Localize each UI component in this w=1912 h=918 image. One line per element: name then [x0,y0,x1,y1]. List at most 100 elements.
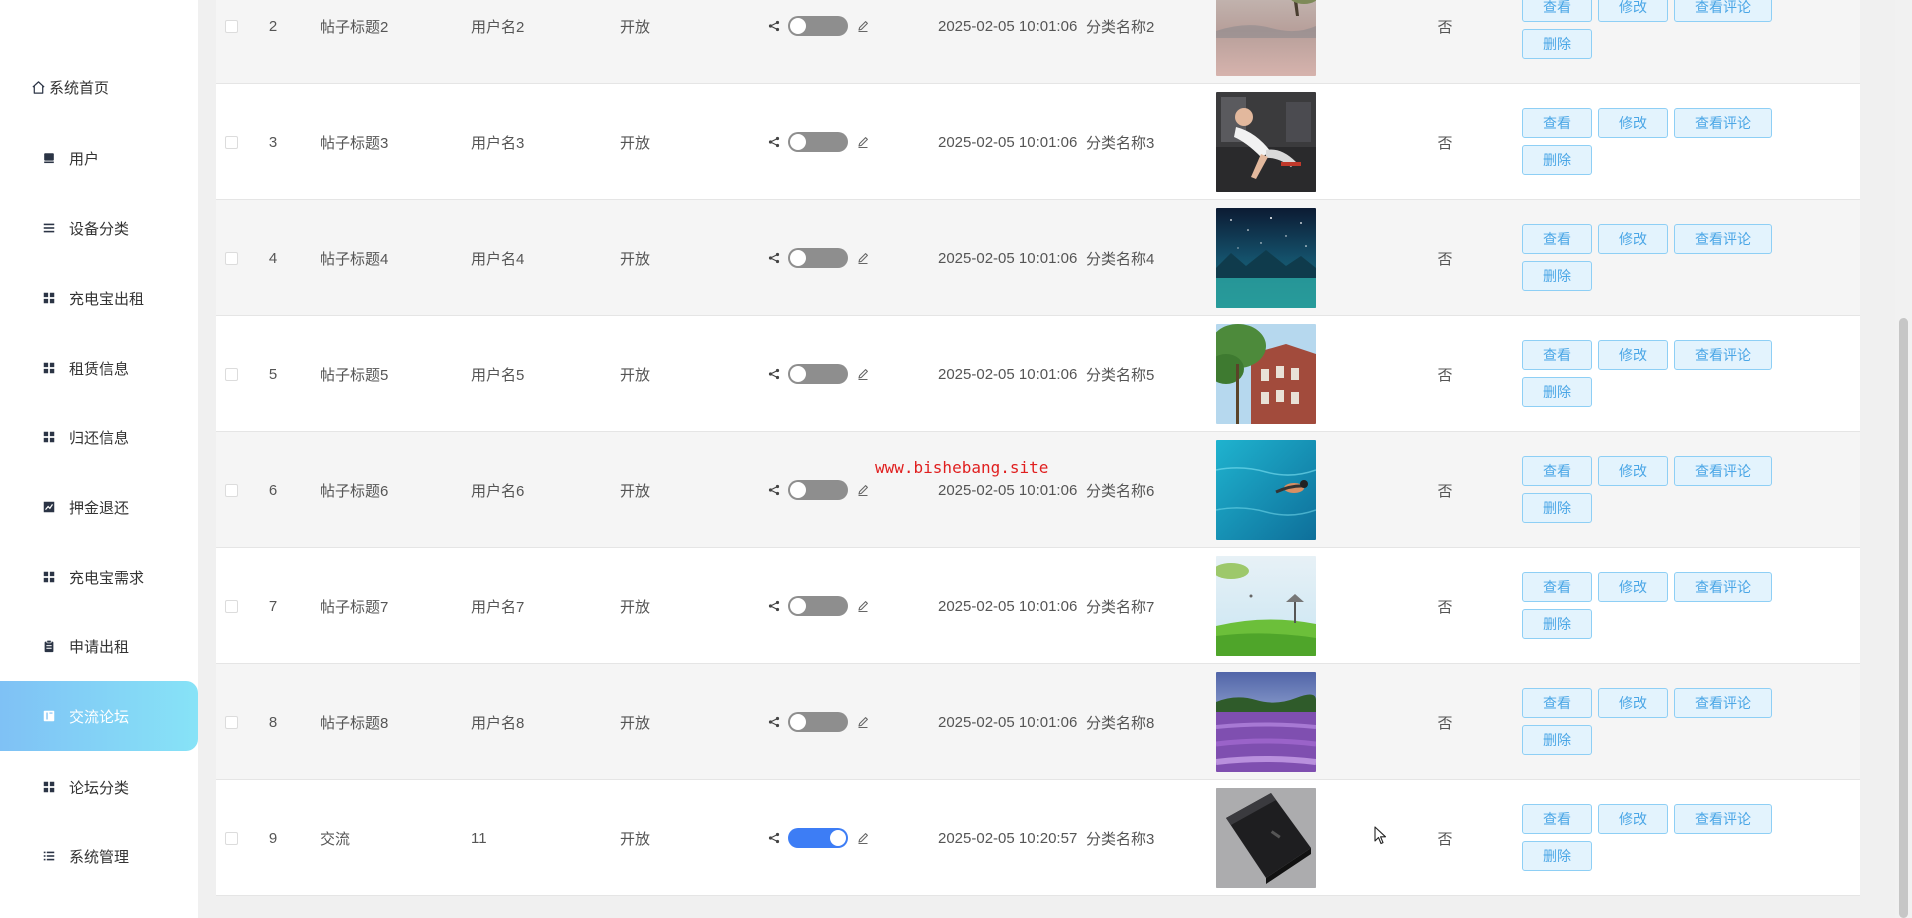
view-button[interactable]: 查看 [1522,108,1592,138]
view-comments-button[interactable]: 查看评论 [1674,456,1772,486]
share-icon[interactable] [768,20,780,32]
sidebar-item-powerbank-demand[interactable]: 充电宝需求 [0,542,198,612]
delete-button[interactable]: 删除 [1522,145,1592,175]
table-row: 5 帖子标题5 用户名5 开放 2025-02-05 10:01:06 分类名称5 否 查看修… [216,316,1860,432]
status-switch[interactable] [788,596,848,616]
sidebar-item-powerbank-rent[interactable]: 充电宝出租 [0,263,198,333]
sidebar-item-deposit-refund[interactable]: 押金退还 [0,472,198,542]
sidebar-item-system-admin[interactable]: 系统管理 [0,821,198,891]
share-icon[interactable] [768,832,780,844]
share-icon[interactable] [768,252,780,264]
sidebar-item-forum-category[interactable]: 论坛分类 [0,752,198,822]
edit-button[interactable]: 修改 [1598,0,1668,22]
view-comments-button[interactable]: 查看评论 [1674,572,1772,602]
row-actions: 查看 修改 查看评论删除 [1522,548,1782,664]
pencil-icon[interactable] [856,19,870,33]
row-index: 8 [268,713,278,731]
edit-button[interactable]: 修改 [1598,804,1668,834]
delete-button[interactable]: 删除 [1522,841,1592,871]
pencil-icon[interactable] [856,135,870,149]
row-checkbox[interactable] [224,715,238,729]
pencil-icon[interactable] [856,715,870,729]
share-icon[interactable] [768,368,780,380]
row-checkbox-cell [221,548,241,664]
row-checkbox[interactable] [224,367,238,381]
status-switch[interactable] [788,712,848,732]
edit-button[interactable]: 修改 [1598,224,1668,254]
sidebar-item-home[interactable]: 系统首页 [0,52,198,122]
post-flag: 否 [1437,134,1453,152]
delete-button[interactable]: 删除 [1522,609,1592,639]
share-icon[interactable] [768,484,780,496]
watermark-text: www.bishebang.site [875,458,1049,477]
sidebar-item-label: 充电宝需求 [69,569,145,587]
sidebar-item-label: 租赁信息 [69,360,130,378]
delete-button[interactable]: 删除 [1522,377,1592,407]
row-checkbox-cell [221,780,241,896]
row-checkbox[interactable] [224,251,238,265]
sidebar-item-label: 设备分类 [69,220,130,238]
pencil-icon[interactable] [856,599,870,613]
view-button[interactable]: 查看 [1522,804,1592,834]
edit-button[interactable]: 修改 [1598,108,1668,138]
edit-button[interactable]: 修改 [1598,340,1668,370]
post-flag: 否 [1437,482,1453,500]
row-checkbox[interactable] [224,599,238,613]
status-switch[interactable] [788,248,848,268]
row-checkbox-cell [221,84,241,200]
post-image [1216,432,1316,548]
share-icon[interactable] [768,136,780,148]
delete-button[interactable]: 删除 [1522,493,1592,523]
view-button[interactable]: 查看 [1522,340,1592,370]
row-checkbox-cell [221,316,241,432]
sidebar-item-device-category[interactable]: 设备分类 [0,193,198,263]
row-actions: 查看 修改 查看评论删除 [1522,780,1782,896]
post-status: 开放 [620,250,651,268]
delete-button[interactable]: 删除 [1522,725,1592,755]
view-comments-button[interactable]: 查看评论 [1674,688,1772,718]
grid-icon [41,569,57,585]
view-comments-button[interactable]: 查看评论 [1674,108,1772,138]
status-switch[interactable] [788,828,848,848]
post-time: 2025-02-05 10:01:06 [938,481,1078,499]
delete-button[interactable]: 删除 [1522,261,1592,291]
edit-button[interactable]: 修改 [1598,572,1668,602]
pencil-icon[interactable] [856,367,870,381]
status-switch[interactable] [788,16,848,36]
row-checkbox-cell [221,0,241,84]
view-button[interactable]: 查看 [1522,224,1592,254]
view-button[interactable]: 查看 [1522,456,1592,486]
table-row: 6 帖子标题6 用户名6 开放 2025-02-05 10:01:06 分类名称6 否 查看修… [216,432,1860,548]
status-switch[interactable] [788,480,848,500]
view-button[interactable]: 查看 [1522,688,1592,718]
delete-button[interactable]: 删除 [1522,29,1592,59]
edit-button[interactable]: 修改 [1598,688,1668,718]
view-button[interactable]: 查看 [1522,0,1592,22]
row-checkbox[interactable] [224,135,238,149]
share-icon[interactable] [768,600,780,612]
scrollbar-thumb[interactable] [1899,318,1908,918]
edit-button[interactable]: 修改 [1598,456,1668,486]
vertical-scrollbar[interactable] [1895,0,1912,918]
row-actions: 查看 修改 查看评论删除 [1522,432,1782,548]
sidebar-item-forum[interactable]: 交流论坛 [0,681,198,751]
pencil-icon[interactable] [856,251,870,265]
sidebar-item-apply-rent[interactable]: 申请出租 [0,611,198,681]
view-comments-button[interactable]: 查看评论 [1674,340,1772,370]
status-switch[interactable] [788,132,848,152]
view-comments-button[interactable]: 查看评论 [1674,804,1772,834]
row-checkbox[interactable] [224,483,238,497]
view-comments-button[interactable]: 查看评论 [1674,0,1772,22]
sidebar-item-lease-info[interactable]: 租赁信息 [0,333,198,403]
pencil-icon[interactable] [856,483,870,497]
sidebar-item-user[interactable]: 用户 [0,123,198,193]
row-checkbox[interactable] [224,19,238,33]
view-button[interactable]: 查看 [1522,572,1592,602]
row-index: 3 [268,133,278,151]
view-comments-button[interactable]: 查看评论 [1674,224,1772,254]
share-icon[interactable] [768,716,780,728]
status-switch[interactable] [788,364,848,384]
row-checkbox[interactable] [224,831,238,845]
pencil-icon[interactable] [856,831,870,845]
sidebar-item-return-info[interactable]: 归还信息 [0,402,198,472]
